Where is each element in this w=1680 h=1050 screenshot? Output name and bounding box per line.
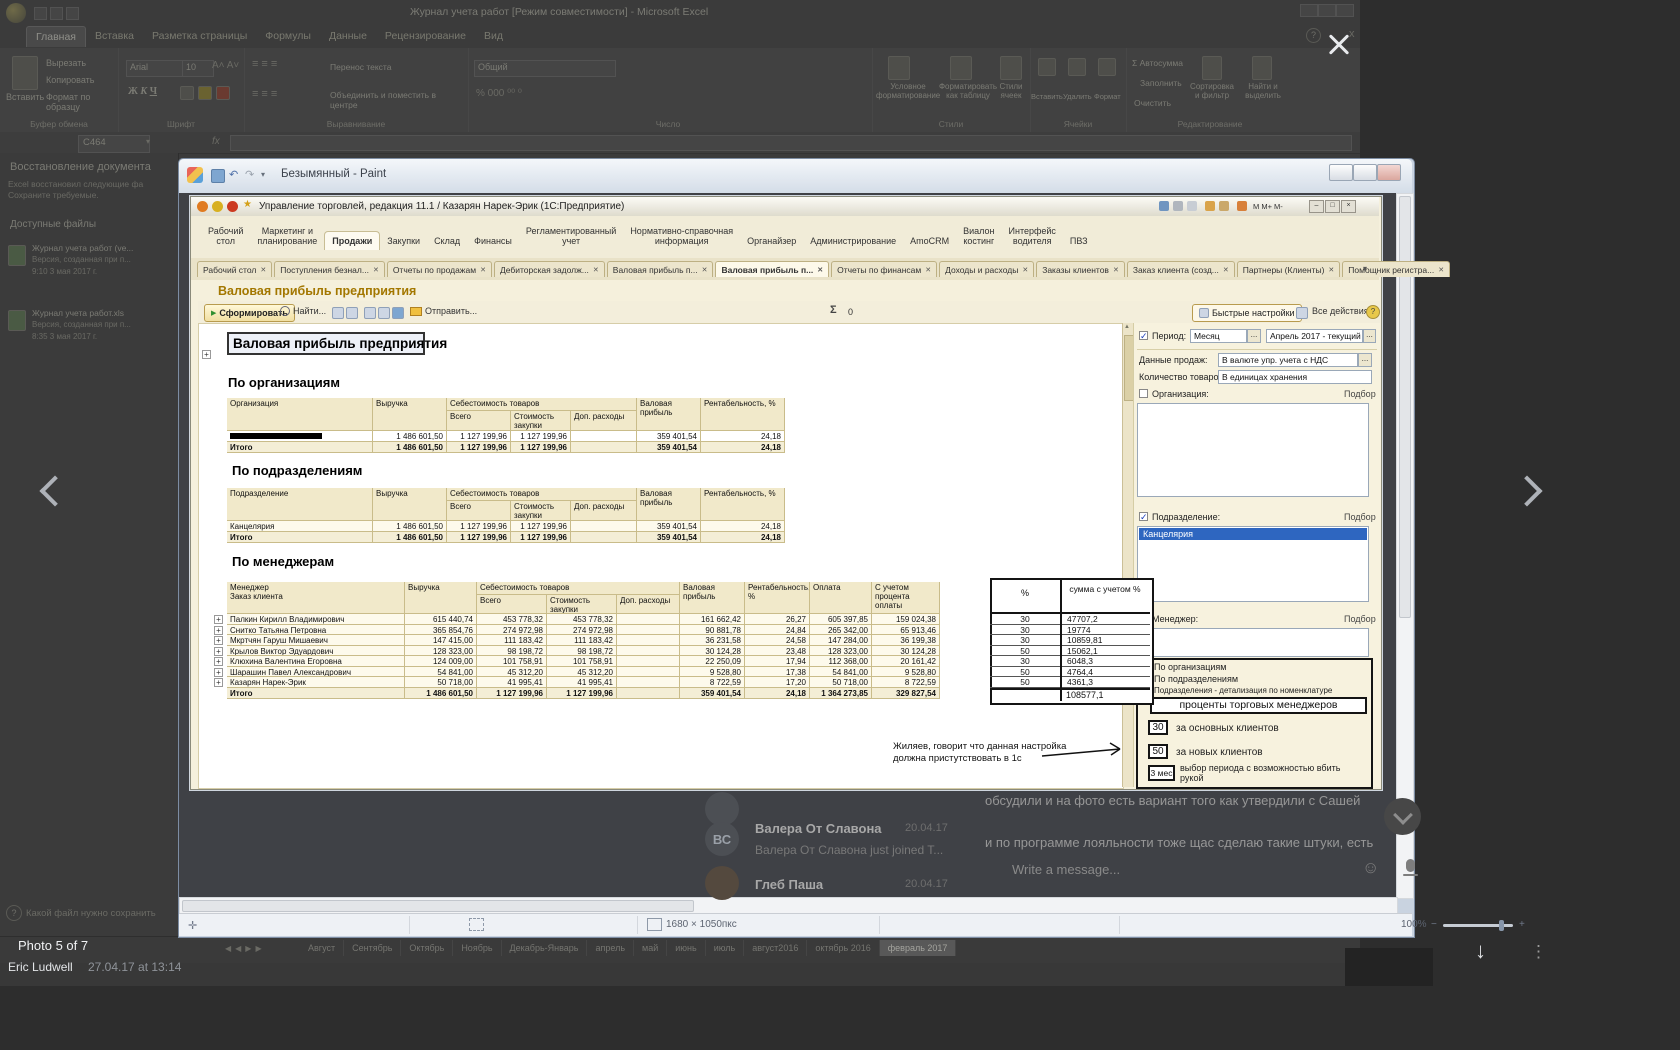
photo-author[interactable]: Eric Ludwell — [8, 960, 73, 974]
photo-timestamp: 27.04.17 at 13:14 — [88, 960, 181, 974]
photo-counter: Photo 5 of 7 — [18, 938, 88, 953]
next-photo-button[interactable] — [1512, 472, 1548, 508]
previous-photo-button[interactable] — [34, 472, 70, 508]
more-options-icon[interactable]: ⋮ — [1530, 942, 1547, 962]
viewer-close-button[interactable] — [1326, 32, 1352, 58]
download-icon[interactable]: ↓ — [1475, 938, 1486, 964]
